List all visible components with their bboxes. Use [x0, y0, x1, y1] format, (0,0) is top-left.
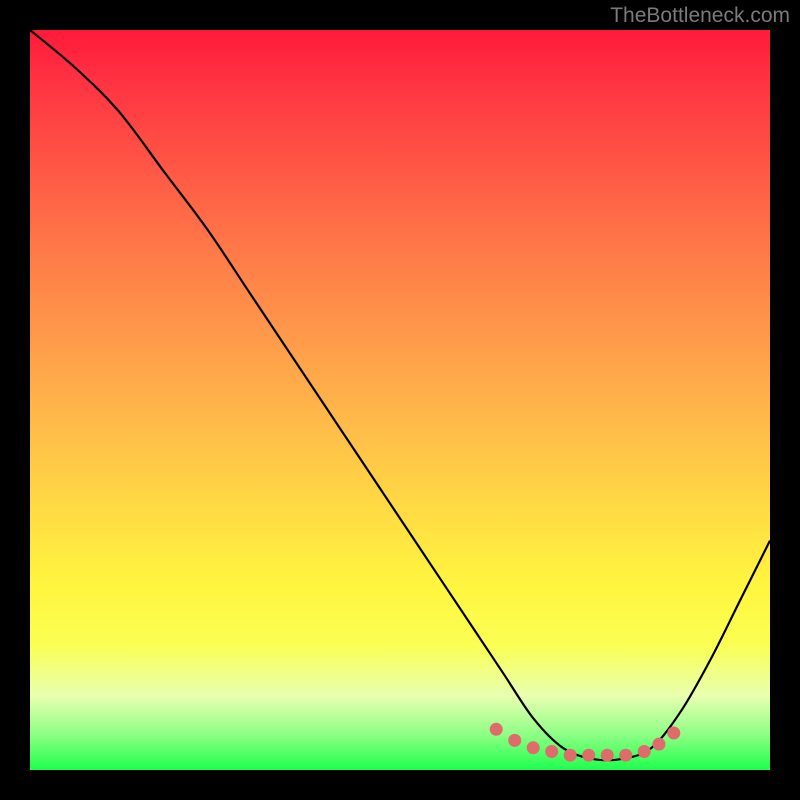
watermark-label: TheBottleneck.com [610, 4, 790, 28]
data-marker [564, 749, 577, 762]
data-marker [527, 741, 540, 754]
data-marker [508, 734, 521, 747]
data-marker [619, 749, 632, 762]
chart-container: TheBottleneck.com [0, 0, 800, 800]
chart-svg [30, 30, 770, 770]
data-marker [638, 745, 651, 758]
marker-group [490, 723, 681, 762]
data-marker [653, 738, 666, 751]
bottleneck-curve [30, 30, 770, 760]
data-marker [667, 727, 680, 740]
data-marker [601, 749, 614, 762]
data-marker [545, 745, 558, 758]
plot-area [30, 30, 770, 770]
data-marker [490, 723, 503, 736]
data-marker [582, 749, 595, 762]
